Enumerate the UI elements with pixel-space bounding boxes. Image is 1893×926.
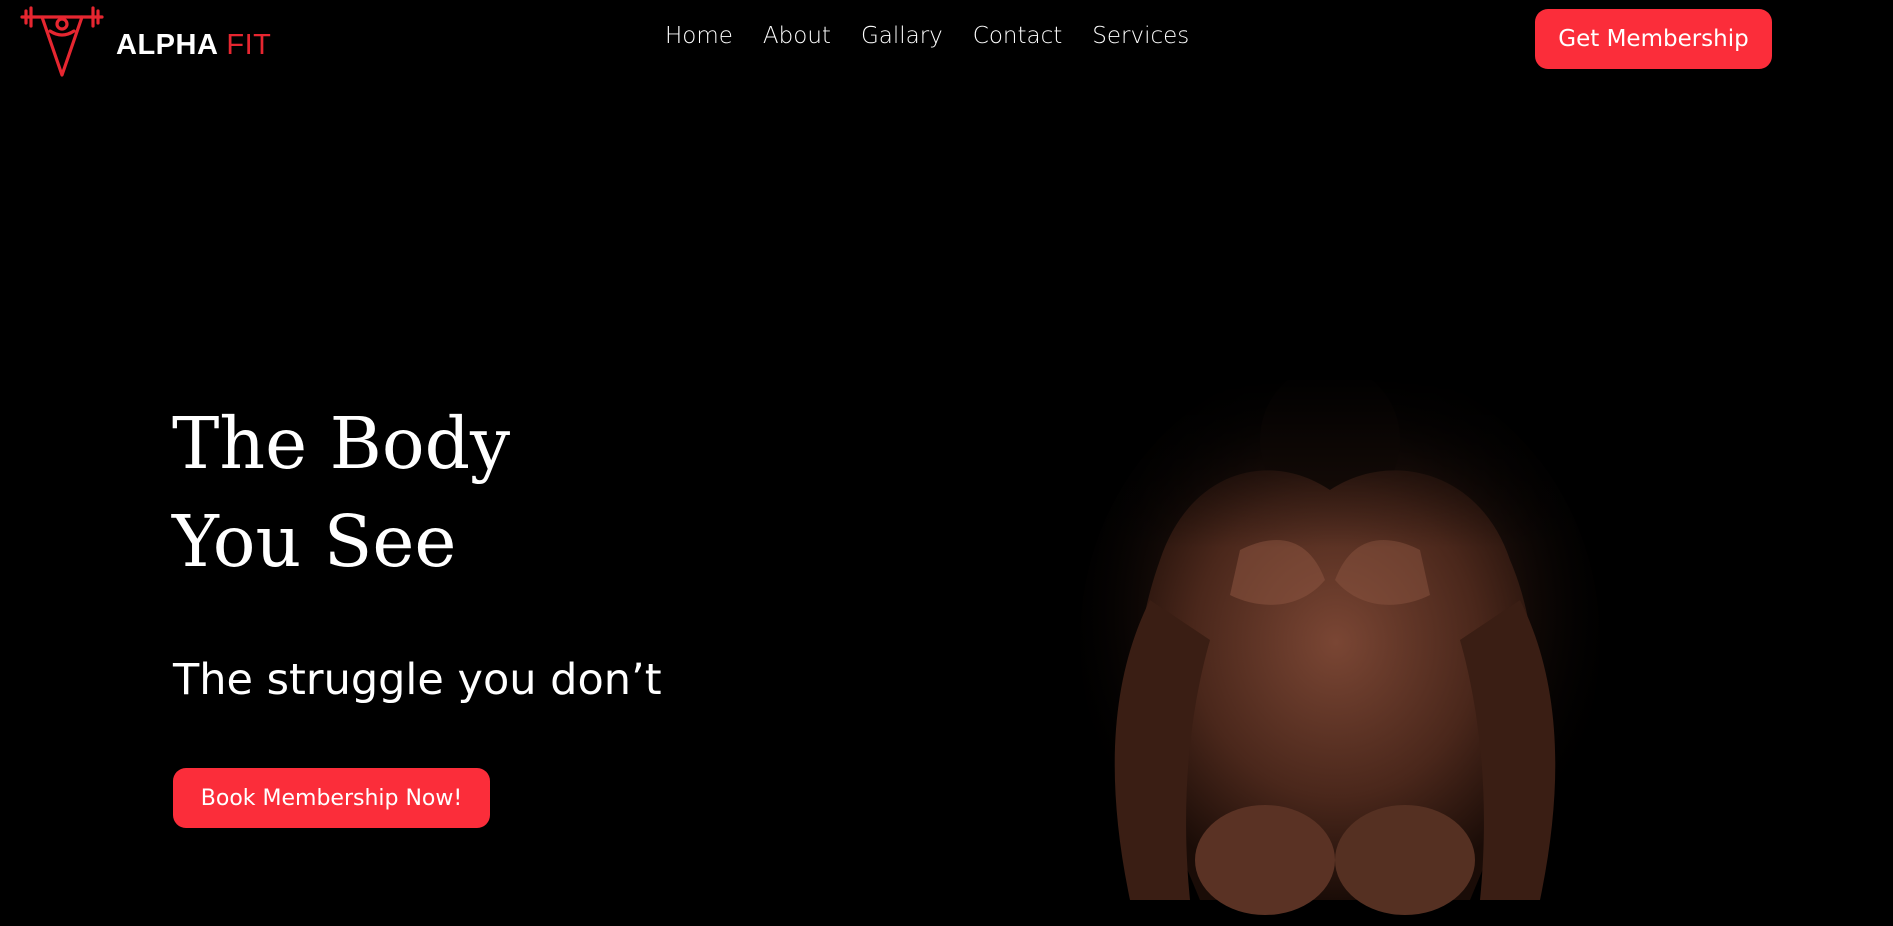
barbell-trophy-icon	[20, 6, 104, 77]
hero-subtitle: The struggle you don’t	[173, 655, 662, 705]
hero-title-line-1: The Body	[172, 402, 511, 485]
nav-link-gallery[interactable]: Gallary	[861, 23, 943, 49]
brand-name-primary: ALPHA	[116, 28, 219, 61]
navbar: ALPHA FIT Home About Gallary Contact Serv…	[0, 0, 1893, 80]
brand-name: ALPHA FIT	[116, 29, 271, 62]
landing-page: ALPHA FIT Home About Gallary Contact Serv…	[0, 0, 1893, 926]
book-membership-button[interactable]: Book Membership Now!	[173, 768, 490, 828]
nav-link-home[interactable]: Home	[665, 23, 733, 49]
brand-logo[interactable]: ALPHA FIT	[20, 3, 271, 77]
get-membership-button[interactable]: Get Membership	[1535, 9, 1772, 69]
nav-link-about[interactable]: About	[763, 23, 831, 49]
hero-title: The Body You See	[172, 395, 510, 591]
main-nav: Home About Gallary Contact Services	[665, 23, 1189, 49]
nav-link-services[interactable]: Services	[1092, 23, 1189, 49]
brand-name-accent: FIT	[226, 28, 272, 61]
hero-title-line-2: You See	[172, 500, 457, 583]
nav-link-contact[interactable]: Contact	[973, 23, 1062, 49]
athlete-photo	[1050, 380, 1750, 926]
